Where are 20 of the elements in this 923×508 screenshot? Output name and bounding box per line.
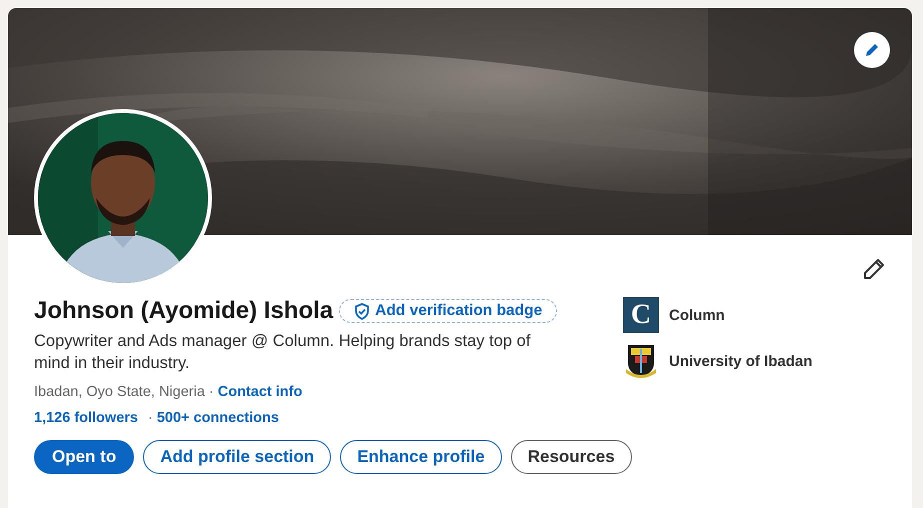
followers-link[interactable]: 1,126 followers [34, 410, 138, 426]
action-button[interactable]: Add profile section [143, 440, 332, 474]
verification-badge-button[interactable]: Add verification badge [339, 299, 558, 323]
contact-info-link[interactable]: Contact info [218, 384, 302, 400]
action-button[interactable]: Open to [34, 440, 134, 474]
organization-link[interactable]: C Column [623, 297, 812, 333]
edit-intro-button[interactable] [862, 257, 886, 281]
organization-link[interactable]: University of Ibadan [623, 343, 812, 379]
profile-name: Johnson (Ayomide) Ishola [34, 297, 334, 325]
crest-icon [625, 343, 657, 379]
separator-dot: · [148, 410, 153, 426]
location: Ibadan, Oyo State, Nigeria [34, 384, 205, 400]
separator-dot: · [208, 384, 214, 400]
connections-link[interactable]: 500+ connections [156, 410, 279, 426]
company-logo: C [623, 297, 659, 333]
pencil-icon [862, 257, 886, 281]
action-button[interactable]: Resources [510, 440, 632, 474]
headline: Copywriter and Ads manager @ Column. Helping brands stay top of mind in their industry. [34, 331, 532, 374]
shield-check-icon [354, 302, 370, 320]
action-button[interactable]: Enhance profile [340, 440, 502, 474]
